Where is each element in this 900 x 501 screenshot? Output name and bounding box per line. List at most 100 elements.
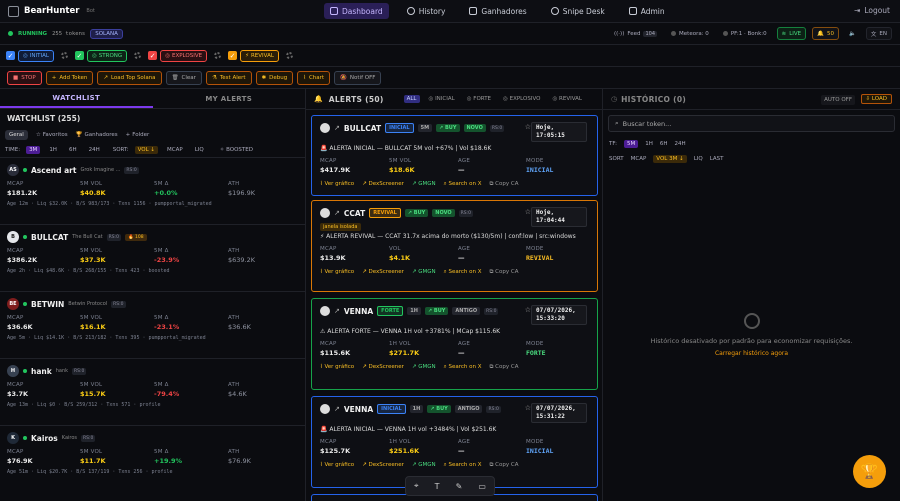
history-tf-6h[interactable]: 6H	[660, 141, 668, 147]
logo[interactable]: BearHunter Bot	[8, 5, 95, 17]
live-toggle[interactable]: ≋ LIVE	[776, 27, 807, 40]
logout-button[interactable]: ⇥ Logout	[854, 6, 890, 15]
select-icon[interactable]: ⌖	[414, 481, 419, 491]
dexscreener-link[interactable]: ↗ DexScreener	[362, 181, 404, 188]
initial-settings-icon[interactable]	[60, 52, 68, 59]
nav-admin[interactable]: Admin	[623, 3, 671, 19]
watchlist-card[interactable]: B BULLCAT The Bull Cat RS:0 🔥 108 MCAP $3…	[0, 224, 305, 291]
initial-checkbox[interactable]: ✓	[6, 51, 15, 60]
tab-my-alerts[interactable]: MY ALERTS	[153, 89, 306, 108]
view-chart-link[interactable]: ⌇ Ver gráfico	[320, 364, 354, 371]
alert-token-name[interactable]: VENNA	[344, 307, 373, 316]
alert-filter-inicial[interactable]: ◎ INICIAL	[426, 95, 458, 103]
language-button[interactable]: 文 EN	[865, 27, 892, 40]
search-x-link[interactable]: ⌕ Search on X	[444, 364, 482, 371]
copy-ca-button[interactable]: ⧉ Copy CA	[489, 181, 518, 188]
alert-card[interactable]: ↗ CCAT REVIVAL ↗ BUY NOVO RS:0 janela is…	[311, 200, 598, 292]
load-top-solana-button[interactable]: ↗ Load Top Solana	[97, 70, 162, 85]
watchlist-card[interactable]: K Kairos Kairos RS:0 MCAP $76.9K 5M VOL $1…	[0, 425, 305, 492]
alert-token-name[interactable]: CCAT	[344, 209, 365, 218]
history-tf-1h[interactable]: 1H	[645, 141, 653, 147]
search-x-link[interactable]: ⌕ Search on X	[444, 181, 482, 188]
notif-toggle-button[interactable]: 🔕 Notif OFF	[334, 70, 382, 85]
filter-initial[interactable]: ◎ INITIAL	[18, 49, 54, 62]
sort-vol[interactable]: VOL ↓	[134, 146, 159, 154]
alert-token-name[interactable]: VENNA	[344, 405, 373, 414]
dexscreener-link[interactable]: ↗ DexScreener	[362, 364, 404, 371]
gmgn-link[interactable]: ↗ GMGN	[412, 364, 436, 371]
filter-revival[interactable]: ⚡ REVIVAL	[240, 49, 279, 62]
time-1h[interactable]: 1H	[46, 146, 60, 154]
token-name[interactable]: hank	[31, 367, 52, 376]
alert-filter-all[interactable]: ALL	[403, 95, 420, 103]
filter-explosive[interactable]: ◎ EXPLOSIVE	[160, 49, 208, 62]
subtab-geral[interactable]: Geral	[5, 130, 28, 140]
view-chart-link[interactable]: ⌇ Ver gráfico	[320, 181, 354, 188]
token-name[interactable]: Ascend art	[31, 166, 76, 175]
token-name[interactable]: BULLCAT	[31, 233, 68, 242]
subtab-favoritos[interactable]: ☆ Favoritos	[36, 132, 68, 138]
trophy-fab-button[interactable]: 🏆	[853, 455, 886, 488]
watchlist-card[interactable]: BE BETWIN Betwin Protocol RS:0 MCAP $36.6…	[0, 291, 305, 358]
explosive-checkbox[interactable]: ✓	[148, 51, 158, 60]
copy-ca-button[interactable]: ⧉ Copy CA	[489, 364, 518, 371]
history-tf-24h[interactable]: 24H	[674, 141, 685, 147]
load-button[interactable]: ⇩ LOAD	[860, 94, 892, 104]
history-sort-last[interactable]: LAST	[710, 156, 724, 162]
debug-button[interactable]: ✱ Debug	[255, 70, 294, 85]
text-icon[interactable]: T	[435, 482, 440, 491]
filter-strong[interactable]: ◎ STRONG	[86, 49, 128, 62]
gmgn-link[interactable]: ↗ GMGN	[412, 269, 436, 276]
alert-filter-explosivo[interactable]: ◎ EXPLOSIVO	[500, 95, 543, 103]
comment-icon[interactable]: ▭	[478, 482, 486, 491]
watchlist-card[interactable]: AS Ascend art Grok Imagine ... RS:0 MCAP…	[0, 157, 305, 224]
copy-ca-button[interactable]: ⧉ Copy CA	[489, 269, 518, 276]
view-chart-link[interactable]: ⌇ Ver gráfico	[320, 462, 354, 469]
revival-checkbox[interactable]: ✓	[228, 51, 238, 60]
nav-history[interactable]: History	[401, 3, 452, 19]
sort-liq[interactable]: LIQ	[192, 146, 207, 154]
alert-filter-revival[interactable]: ◎ REVIVAL	[549, 95, 584, 103]
sound-button[interactable]: 🔈	[845, 27, 860, 40]
history-search-input[interactable]: ⌕ Buscar token...	[608, 115, 895, 132]
history-tf-5m[interactable]: 5M	[623, 140, 639, 148]
gmgn-link[interactable]: ↗ GMGN	[412, 462, 436, 469]
nav-ganhadores[interactable]: Ganhadores	[463, 3, 532, 19]
token-name[interactable]: Kairos	[31, 434, 58, 443]
clear-button[interactable]: 🗑 Clear	[165, 70, 202, 85]
alert-filter-forte[interactable]: ◎ FORTE	[464, 95, 494, 103]
alert-card[interactable]: ↗ VENNA INICIAL 1H ↗ BUY ANTIGO RS:0 ☆ 0…	[311, 396, 598, 488]
gmgn-link[interactable]: ↗ GMGN	[412, 181, 436, 188]
boosted-toggle[interactable]: ✧ BOOSTED	[217, 146, 256, 154]
tab-watchlist[interactable]: WATCHLIST	[0, 89, 153, 108]
dexscreener-link[interactable]: ↗ DexScreener	[362, 462, 404, 469]
alert-card[interactable]: ↗ BULLCAT INICIAL 5M ↗ BUY NOVO RS:0 ☆ H…	[311, 115, 598, 196]
nav-snipe-desk[interactable]: Snipe Desk	[545, 3, 611, 19]
subtab-ganhadores[interactable]: 🏆 Ganhadores	[76, 132, 118, 138]
load-history-link[interactable]: Carregar histórico agora	[603, 350, 900, 357]
stop-button[interactable]: ■ STOP	[7, 70, 42, 85]
time-6h[interactable]: 6H	[66, 146, 80, 154]
strong-checkbox[interactable]: ✓	[74, 51, 84, 60]
watchlist-card[interactable]: H hank hank RS:0 MCAP $3.7K 5M VOL $15.7K …	[0, 358, 305, 425]
subtab-folder[interactable]: + Folder	[126, 132, 150, 138]
search-x-link[interactable]: ⌕ Search on X	[444, 269, 482, 276]
history-sort-liq[interactable]: LIQ	[694, 156, 703, 162]
copy-ca-button[interactable]: ⧉ Copy CA	[489, 462, 518, 469]
nav-dashboard[interactable]: Dashboard	[324, 3, 389, 19]
revival-settings-icon[interactable]	[285, 52, 293, 59]
alert-card[interactable]: ↗ VENNA FORTE 1H ↗ BUY ANTIGO RS:0 ☆ 07/…	[311, 298, 598, 390]
explosive-settings-icon[interactable]	[214, 52, 222, 59]
auto-toggle[interactable]: AUTO OFF	[821, 95, 855, 105]
history-sort-mcap[interactable]: MCAP	[631, 156, 647, 162]
sort-mcap[interactable]: MCAP	[164, 146, 186, 154]
pen-icon[interactable]: ✎	[456, 482, 463, 491]
time-3m[interactable]: 3M	[26, 146, 41, 154]
alert-token-name[interactable]: BULLCAT	[344, 124, 381, 133]
time-24h[interactable]: 24H	[86, 146, 103, 154]
history-sort-vol[interactable]: VOL 3M ↓	[653, 155, 687, 163]
notifications-button[interactable]: 🔔 50	[812, 27, 840, 40]
view-chart-link[interactable]: ⌇ Ver gráfico	[320, 269, 354, 276]
dexscreener-link[interactable]: ↗ DexScreener	[362, 269, 404, 276]
search-x-link[interactable]: ⌕ Search on X	[444, 462, 482, 469]
